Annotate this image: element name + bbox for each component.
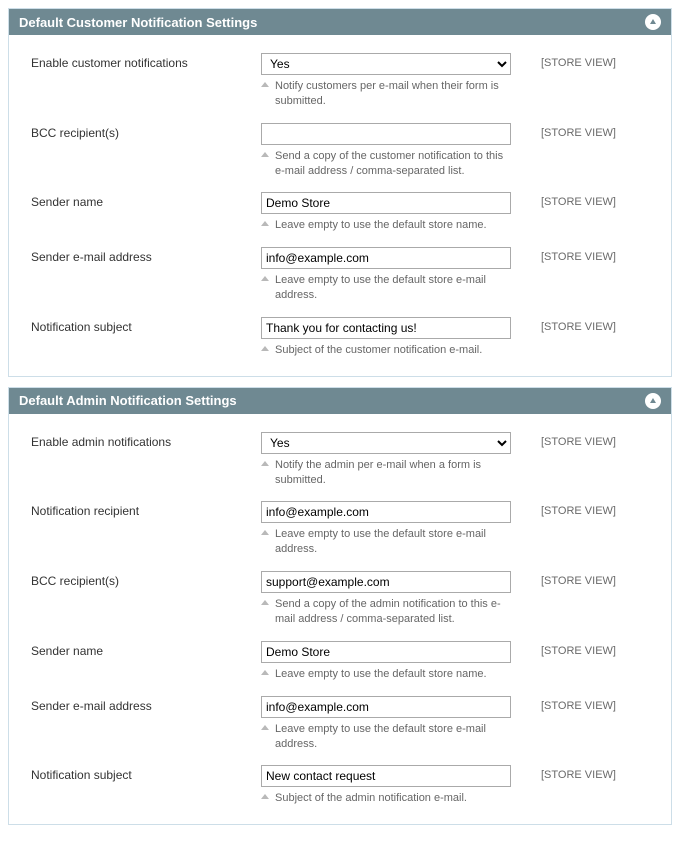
label-admin-bcc: BCC recipient(s) bbox=[31, 571, 261, 588]
help-enable-customer: Notify customers per e-mail when their f… bbox=[261, 79, 511, 109]
help-arrow-icon bbox=[261, 276, 269, 281]
customer-section-body: Enable customer notifications Yes Notify… bbox=[9, 35, 671, 376]
help-arrow-icon bbox=[261, 461, 269, 466]
help-enable-admin: Notify the admin per e-mail when a form … bbox=[261, 458, 511, 488]
field-row-admin-subject: Notification subject Subject of the admi… bbox=[31, 765, 649, 806]
admin-sender-email-input[interactable] bbox=[261, 696, 511, 718]
scope-label: [STORE VIEW] bbox=[541, 571, 616, 587]
help-arrow-icon bbox=[261, 346, 269, 351]
help-arrow-icon bbox=[261, 794, 269, 799]
scope-label: [STORE VIEW] bbox=[541, 53, 616, 69]
help-customer-sender-email: Leave empty to use the default store e-m… bbox=[261, 273, 511, 303]
customer-bcc-input[interactable] bbox=[261, 123, 511, 145]
help-arrow-icon bbox=[261, 725, 269, 730]
scope-label: [STORE VIEW] bbox=[541, 765, 616, 781]
label-admin-sender-name: Sender name bbox=[31, 641, 261, 658]
field-row-customer-sender-name: Sender name Leave empty to use the defau… bbox=[31, 192, 649, 233]
help-customer-subject: Subject of the customer notification e-m… bbox=[261, 343, 511, 358]
scope-label: [STORE VIEW] bbox=[541, 432, 616, 448]
control-admin-sender-email: Leave empty to use the default store e-m… bbox=[261, 696, 511, 752]
help-customer-bcc: Send a copy of the customer notification… bbox=[261, 149, 511, 179]
scope-label: [STORE VIEW] bbox=[541, 192, 616, 208]
help-arrow-icon bbox=[261, 221, 269, 226]
help-arrow-icon bbox=[261, 600, 269, 605]
label-customer-sender-email: Sender e-mail address bbox=[31, 247, 261, 264]
customer-sender-name-input[interactable] bbox=[261, 192, 511, 214]
help-arrow-icon bbox=[261, 530, 269, 535]
label-customer-subject: Notification subject bbox=[31, 317, 261, 334]
field-row-enable-customer: Enable customer notifications Yes Notify… bbox=[31, 53, 649, 109]
help-arrow-icon bbox=[261, 152, 269, 157]
label-enable-customer: Enable customer notifications bbox=[31, 53, 261, 70]
help-customer-sender-name: Leave empty to use the default store nam… bbox=[261, 218, 511, 233]
collapse-icon[interactable] bbox=[645, 393, 661, 409]
label-enable-admin: Enable admin notifications bbox=[31, 432, 261, 449]
control-customer-sender-email: Leave empty to use the default store e-m… bbox=[261, 247, 511, 303]
control-enable-admin: Yes Notify the admin per e-mail when a f… bbox=[261, 432, 511, 488]
help-admin-subject: Subject of the admin notification e-mail… bbox=[261, 791, 511, 806]
control-admin-recipient: Leave empty to use the default store e-m… bbox=[261, 501, 511, 557]
customer-notification-section: Default Customer Notification Settings E… bbox=[8, 8, 672, 377]
field-row-customer-sender-email: Sender e-mail address Leave empty to use… bbox=[31, 247, 649, 303]
field-row-customer-bcc: BCC recipient(s) Send a copy of the cust… bbox=[31, 123, 649, 179]
label-customer-bcc: BCC recipient(s) bbox=[31, 123, 261, 140]
admin-recipient-input[interactable] bbox=[261, 501, 511, 523]
admin-sender-name-input[interactable] bbox=[261, 641, 511, 663]
field-row-admin-sender-email: Sender e-mail address Leave empty to use… bbox=[31, 696, 649, 752]
collapse-icon[interactable] bbox=[645, 14, 661, 30]
admin-bcc-input[interactable] bbox=[261, 571, 511, 593]
scope-label: [STORE VIEW] bbox=[541, 641, 616, 657]
label-admin-recipient: Notification recipient bbox=[31, 501, 261, 518]
help-admin-sender-name: Leave empty to use the default store nam… bbox=[261, 667, 511, 682]
scope-label: [STORE VIEW] bbox=[541, 247, 616, 263]
admin-subject-input[interactable] bbox=[261, 765, 511, 787]
label-admin-sender-email: Sender e-mail address bbox=[31, 696, 261, 713]
customer-section-header[interactable]: Default Customer Notification Settings bbox=[9, 9, 671, 35]
admin-notification-section: Default Admin Notification Settings Enab… bbox=[8, 387, 672, 825]
help-arrow-icon bbox=[261, 82, 269, 87]
control-admin-sender-name: Leave empty to use the default store nam… bbox=[261, 641, 511, 682]
label-admin-subject: Notification subject bbox=[31, 765, 261, 782]
customer-sender-email-input[interactable] bbox=[261, 247, 511, 269]
enable-admin-select[interactable]: Yes bbox=[261, 432, 511, 454]
help-admin-bcc: Send a copy of the admin notification to… bbox=[261, 597, 511, 627]
help-admin-recipient: Leave empty to use the default store e-m… bbox=[261, 527, 511, 557]
help-admin-sender-email: Leave empty to use the default store e-m… bbox=[261, 722, 511, 752]
customer-section-title: Default Customer Notification Settings bbox=[19, 15, 257, 30]
customer-subject-input[interactable] bbox=[261, 317, 511, 339]
control-customer-subject: Subject of the customer notification e-m… bbox=[261, 317, 511, 358]
scope-label: [STORE VIEW] bbox=[541, 123, 616, 139]
field-row-admin-recipient: Notification recipient Leave empty to us… bbox=[31, 501, 649, 557]
control-admin-subject: Subject of the admin notification e-mail… bbox=[261, 765, 511, 806]
admin-section-body: Enable admin notifications Yes Notify th… bbox=[9, 414, 671, 824]
admin-section-title: Default Admin Notification Settings bbox=[19, 393, 237, 408]
control-enable-customer: Yes Notify customers per e-mail when the… bbox=[261, 53, 511, 109]
scope-label: [STORE VIEW] bbox=[541, 696, 616, 712]
scope-label: [STORE VIEW] bbox=[541, 501, 616, 517]
field-row-admin-bcc: BCC recipient(s) Send a copy of the admi… bbox=[31, 571, 649, 627]
admin-section-header[interactable]: Default Admin Notification Settings bbox=[9, 388, 671, 414]
control-customer-sender-name: Leave empty to use the default store nam… bbox=[261, 192, 511, 233]
field-row-customer-subject: Notification subject Subject of the cust… bbox=[31, 317, 649, 358]
help-arrow-icon bbox=[261, 670, 269, 675]
label-customer-sender-name: Sender name bbox=[31, 192, 261, 209]
control-customer-bcc: Send a copy of the customer notification… bbox=[261, 123, 511, 179]
field-row-enable-admin: Enable admin notifications Yes Notify th… bbox=[31, 432, 649, 488]
scope-label: [STORE VIEW] bbox=[541, 317, 616, 333]
enable-customer-select[interactable]: Yes bbox=[261, 53, 511, 75]
field-row-admin-sender-name: Sender name Leave empty to use the defau… bbox=[31, 641, 649, 682]
control-admin-bcc: Send a copy of the admin notification to… bbox=[261, 571, 511, 627]
